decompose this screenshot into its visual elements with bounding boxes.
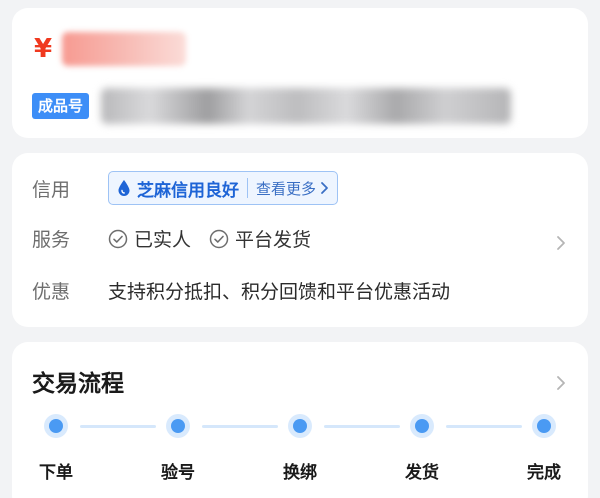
service-item-label: 平台发货 <box>235 229 312 251</box>
step-connector <box>446 425 522 428</box>
step-dot <box>532 414 556 438</box>
service-row: 服务 已实人 平台发货 <box>32 225 329 252</box>
step-dot <box>44 414 68 438</box>
discount-label: 优惠 <box>32 281 71 303</box>
trade-flow-steps: 下单 验号 换绑 发货 完成 <box>12 414 588 494</box>
step-dot <box>288 414 312 438</box>
step-label-rebind: 换绑 <box>283 463 317 483</box>
step-dot <box>410 414 434 438</box>
price-row: ¥ <box>34 32 187 66</box>
service-label: 服务 <box>32 229 71 251</box>
step-label-order: 下单 <box>39 463 73 483</box>
step-connector <box>324 425 400 428</box>
step-dot <box>166 414 190 438</box>
product-id-redacted <box>101 88 512 124</box>
currency-symbol: ¥ <box>34 34 53 64</box>
price-value-redacted <box>62 32 187 66</box>
service-item-verified: 已实人 <box>108 225 191 252</box>
step-connector <box>202 425 278 428</box>
credit-tag-text: 芝麻信用良好 <box>137 180 239 201</box>
step-connector <box>80 425 156 428</box>
drop-icon <box>118 180 130 196</box>
credit-tag[interactable]: 芝麻信用良好 查看更多 <box>108 171 339 205</box>
step-label-complete: 完成 <box>527 463 561 483</box>
chevron-right-icon[interactable] <box>556 235 566 251</box>
product-id-row: 成品号 <box>32 88 512 124</box>
step-label-verify: 验号 <box>161 463 195 483</box>
service-item-platform-delivery: 平台发货 <box>209 225 311 252</box>
discount-row: 优惠 支持积分抵扣、积分回馈和平台优惠活动 <box>32 277 450 304</box>
trade-flow-title: 交易流程 <box>32 371 124 397</box>
credit-label: 信用 <box>32 178 71 201</box>
credit-more-link[interactable]: 查看更多 <box>256 178 316 199</box>
service-item-label: 已实人 <box>134 229 192 251</box>
check-circle-icon <box>108 229 128 248</box>
price-card: ¥ 成品号 <box>12 8 588 138</box>
discount-text: 支持积分抵扣、积分回馈和平台优惠活动 <box>108 281 451 303</box>
check-circle-icon <box>209 229 229 248</box>
credit-divider <box>247 178 248 198</box>
chevron-right-icon[interactable] <box>556 375 566 391</box>
info-card[interactable]: 信用 芝麻信用良好 查看更多 服务 已实人 平台发货 优惠 支持积分抵扣、积分回… <box>12 153 588 327</box>
product-badge: 成品号 <box>32 93 90 119</box>
chevron-right-icon <box>321 182 328 194</box>
credit-row: 信用 芝麻信用良好 查看更多 <box>32 171 339 205</box>
trade-flow-card[interactable]: 交易流程 下单 验号 换绑 发货 完成 <box>12 342 588 498</box>
step-label-deliver: 发货 <box>405 463 439 483</box>
